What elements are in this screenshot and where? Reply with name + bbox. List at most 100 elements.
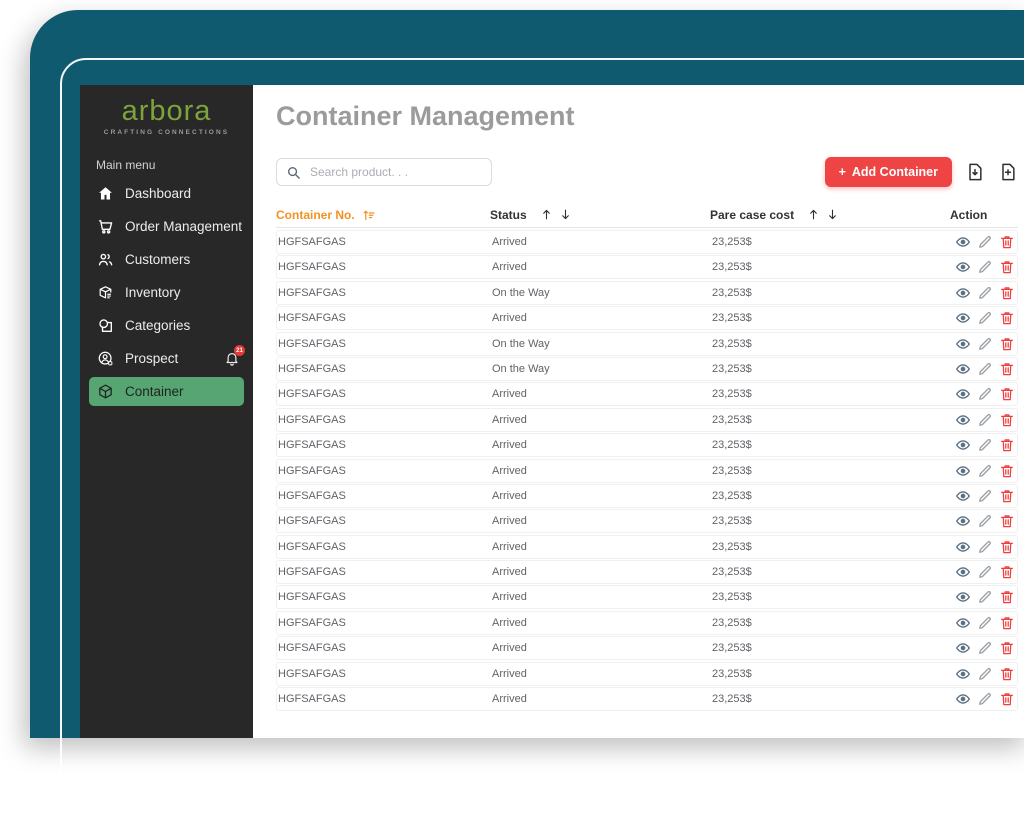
trash-icon[interactable] bbox=[999, 310, 1015, 326]
pencil-icon[interactable] bbox=[977, 615, 993, 631]
cell-actions bbox=[951, 412, 1017, 428]
cell-actions bbox=[951, 589, 1017, 605]
sort-up-icon[interactable] bbox=[540, 208, 553, 221]
eye-icon[interactable] bbox=[955, 386, 971, 402]
eye-icon[interactable] bbox=[955, 234, 971, 250]
sort-up-icon[interactable] bbox=[807, 208, 820, 221]
sort-down-icon[interactable] bbox=[826, 208, 839, 221]
column-action: Action bbox=[950, 208, 1018, 222]
search-box[interactable] bbox=[276, 158, 492, 186]
pencil-icon[interactable] bbox=[977, 564, 993, 580]
cell-actions bbox=[951, 539, 1017, 555]
sidebar-item-categories[interactable]: Categories bbox=[80, 309, 253, 342]
pencil-icon[interactable] bbox=[977, 310, 993, 326]
cell-status: On the Way bbox=[492, 337, 550, 350]
trash-icon[interactable] bbox=[999, 259, 1015, 275]
trash-icon[interactable] bbox=[999, 589, 1015, 605]
cell-actions bbox=[951, 666, 1017, 682]
pencil-icon[interactable] bbox=[977, 463, 993, 479]
eye-icon[interactable] bbox=[955, 488, 971, 504]
pencil-icon[interactable] bbox=[977, 589, 993, 605]
sidebar-item-order-management[interactable]: Order Management bbox=[80, 210, 253, 243]
column-container-no[interactable]: Container No. bbox=[276, 208, 490, 222]
cell-container-no: HGFSAFGAS bbox=[278, 312, 346, 325]
cell-cost: 23,253$ bbox=[712, 286, 752, 299]
sort-down-icon[interactable] bbox=[559, 208, 572, 221]
trash-icon[interactable] bbox=[999, 234, 1015, 250]
file-add-icon[interactable] bbox=[998, 162, 1018, 182]
pencil-icon[interactable] bbox=[977, 539, 993, 555]
sort-asc-icon[interactable] bbox=[362, 208, 376, 222]
pencil-icon[interactable] bbox=[977, 259, 993, 275]
trash-icon[interactable] bbox=[999, 463, 1015, 479]
eye-icon[interactable] bbox=[955, 640, 971, 656]
categories-icon bbox=[97, 317, 114, 334]
notification-bell[interactable]: 21 bbox=[224, 345, 245, 367]
eye-icon[interactable] bbox=[955, 615, 971, 631]
pencil-icon[interactable] bbox=[977, 412, 993, 428]
main-content: Container Management + Add Container Con… bbox=[253, 85, 1024, 738]
sidebar-item-prospect[interactable]: Prospect 21 bbox=[80, 342, 253, 375]
sidebar-menu: Dashboard Order Management Customers Inv… bbox=[80, 177, 253, 406]
notification-badge: 21 bbox=[234, 345, 245, 356]
search-input[interactable] bbox=[308, 164, 482, 180]
pencil-icon[interactable] bbox=[977, 640, 993, 656]
add-container-label: Add Container bbox=[851, 165, 938, 179]
cell-status: Arrived bbox=[492, 667, 527, 680]
pencil-icon[interactable] bbox=[977, 386, 993, 402]
trash-icon[interactable] bbox=[999, 386, 1015, 402]
sidebar-item-customers[interactable]: Customers bbox=[80, 243, 253, 276]
eye-icon[interactable] bbox=[955, 666, 971, 682]
eye-icon[interactable] bbox=[955, 412, 971, 428]
pencil-icon[interactable] bbox=[977, 488, 993, 504]
trash-icon[interactable] bbox=[999, 513, 1015, 529]
eye-icon[interactable] bbox=[955, 564, 971, 580]
sidebar-item-dashboard[interactable]: Dashboard bbox=[80, 177, 253, 210]
customers-icon bbox=[97, 251, 114, 268]
table-row: HGFSAFGAS Arrived 23,253$ bbox=[276, 661, 1018, 686]
eye-icon[interactable] bbox=[955, 259, 971, 275]
cell-status: Arrived bbox=[492, 413, 527, 426]
trash-icon[interactable] bbox=[999, 437, 1015, 453]
cell-cost: 23,253$ bbox=[712, 337, 752, 350]
cell-status: Arrived bbox=[492, 616, 527, 629]
pencil-icon[interactable] bbox=[977, 666, 993, 682]
cell-status: Arrived bbox=[492, 693, 527, 706]
pencil-icon[interactable] bbox=[977, 691, 993, 707]
eye-icon[interactable] bbox=[955, 589, 971, 605]
eye-icon[interactable] bbox=[955, 691, 971, 707]
sidebar-item-inventory[interactable]: Inventory bbox=[80, 276, 253, 309]
eye-icon[interactable] bbox=[955, 513, 971, 529]
trash-icon[interactable] bbox=[999, 285, 1015, 301]
pencil-icon[interactable] bbox=[977, 513, 993, 529]
trash-icon[interactable] bbox=[999, 488, 1015, 504]
trash-icon[interactable] bbox=[999, 615, 1015, 631]
trash-icon[interactable] bbox=[999, 539, 1015, 555]
eye-icon[interactable] bbox=[955, 310, 971, 326]
cell-cost: 23,253$ bbox=[712, 464, 752, 477]
eye-icon[interactable] bbox=[955, 336, 971, 352]
eye-icon[interactable] bbox=[955, 539, 971, 555]
pencil-icon[interactable] bbox=[977, 285, 993, 301]
eye-icon[interactable] bbox=[955, 361, 971, 377]
trash-icon[interactable] bbox=[999, 691, 1015, 707]
trash-icon[interactable] bbox=[999, 564, 1015, 580]
eye-icon[interactable] bbox=[955, 285, 971, 301]
pencil-icon[interactable] bbox=[977, 437, 993, 453]
sidebar-item-container[interactable]: Container bbox=[89, 377, 244, 406]
trash-icon[interactable] bbox=[999, 412, 1015, 428]
trash-icon[interactable] bbox=[999, 336, 1015, 352]
trash-icon[interactable] bbox=[999, 640, 1015, 656]
trash-icon[interactable] bbox=[999, 666, 1015, 682]
file-download-icon[interactable] bbox=[965, 162, 985, 182]
pencil-icon[interactable] bbox=[977, 336, 993, 352]
cell-status: Arrived bbox=[492, 261, 527, 274]
add-container-button[interactable]: + Add Container bbox=[824, 157, 952, 187]
eye-icon[interactable] bbox=[955, 463, 971, 479]
eye-icon[interactable] bbox=[955, 437, 971, 453]
cell-container-no: HGFSAFGAS bbox=[278, 236, 346, 248]
cell-container-no: HGFSAFGAS bbox=[278, 693, 346, 706]
pencil-icon[interactable] bbox=[977, 234, 993, 250]
pencil-icon[interactable] bbox=[977, 361, 993, 377]
trash-icon[interactable] bbox=[999, 361, 1015, 377]
